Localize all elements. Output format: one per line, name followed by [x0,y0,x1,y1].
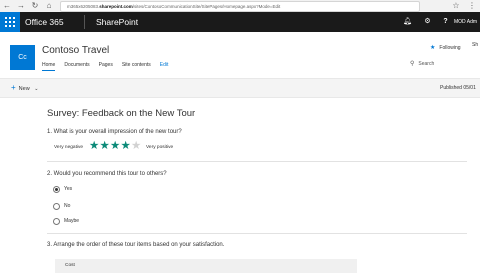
favorites-icon[interactable]: ☆ [450,0,462,12]
radio-button-maybe[interactable] [53,218,60,225]
plus-icon: + [11,83,16,92]
home-icon[interactable]: ⌂ [42,0,56,12]
app-launcher-icon[interactable] [0,12,20,32]
rating-star-icon[interactable]: ★ [89,140,99,152]
question-divider [47,161,467,162]
url-prefix: m365x6205083. [67,4,100,9]
site-title[interactable]: Contoso Travel [42,45,109,56]
site-navigation: Home Documents Pages Site contents Edit [42,61,177,71]
rating-high-label: Very positive [146,145,174,150]
rating-star-icon[interactable]: ★ [110,140,120,152]
office-365-link[interactable]: Office 365 [25,12,64,32]
nav-pages[interactable]: Pages [99,61,113,71]
star-icon: ★ [430,45,436,51]
rank-item-label: Cost [65,263,75,268]
user-name[interactable]: MOD Adm [454,12,477,32]
site-header: Cc Contoso Travel Home Documents Pages S… [0,32,480,79]
url-host: sharepoint.com [99,4,133,9]
suite-divider [84,15,85,29]
rating-star-icon[interactable]: ★ [121,140,131,152]
question-2-text: 2. Would you recommend this tour to othe… [47,171,167,177]
sharepoint-link[interactable]: SharePoint [96,12,138,32]
question-1-text: 1. What is your overall impression of th… [47,129,182,135]
nav-documents[interactable]: Documents [64,61,89,71]
survey-title: Survey: Feedback on the New Tour [47,108,196,119]
address-bar[interactable]: m365x6205083.sharepoint.com/sites/Contos… [60,1,420,12]
follow-label: Following [439,45,461,51]
settings-gear-icon[interactable]: ⚙ [418,12,437,32]
suite-bar: Office 365 SharePoint 🔔︎ ⚙ ? MOD Adm [0,12,480,32]
url-path: /sites/ContosoCommunicationSite/SitePage… [132,4,281,9]
rating-star-icon[interactable]: ★ [100,140,110,152]
radio-button-yes[interactable] [53,186,60,193]
search-icon: ⚲ [410,61,415,67]
share-button[interactable]: Sh [472,42,478,48]
radio-button-no[interactable] [53,203,60,210]
back-icon[interactable]: ← [0,0,14,12]
nav-home[interactable]: Home [42,61,56,71]
notifications-bell-icon[interactable]: 🔔︎ [398,12,417,32]
search-box[interactable]: ⚲ Search [410,59,480,70]
new-button[interactable]: + New ⌄ [11,79,38,97]
question-3-text: 3. Arrange the order of these tour items… [47,242,225,248]
help-icon[interactable]: ? [436,12,455,32]
site-logo[interactable]: Cc [10,45,35,70]
refresh-icon[interactable]: ↻ [28,0,42,12]
forward-icon[interactable]: → [14,0,28,12]
browser-menu-icon[interactable]: ⋮ [466,0,478,12]
nav-edit-link[interactable]: Edit [160,61,169,71]
rating-star-icon[interactable]: ★ [131,140,141,152]
rating-low-label: Very negative [54,145,84,150]
follow-button[interactable]: ★ Following [430,44,461,51]
radio-label-yes[interactable]: Yes [64,186,72,192]
question-divider [47,233,467,234]
nav-site-contents[interactable]: Site contents [122,61,151,71]
radio-label-no[interactable]: No [64,203,70,209]
new-label: New [18,86,30,92]
command-bar: + New ⌄ Published 05/01 [0,79,480,98]
published-status: Published 05/01 [440,85,476,91]
radio-label-maybe[interactable]: Maybe [64,218,79,224]
search-placeholder: Search [418,61,435,67]
chevron-down-icon: ⌄ [34,86,39,92]
